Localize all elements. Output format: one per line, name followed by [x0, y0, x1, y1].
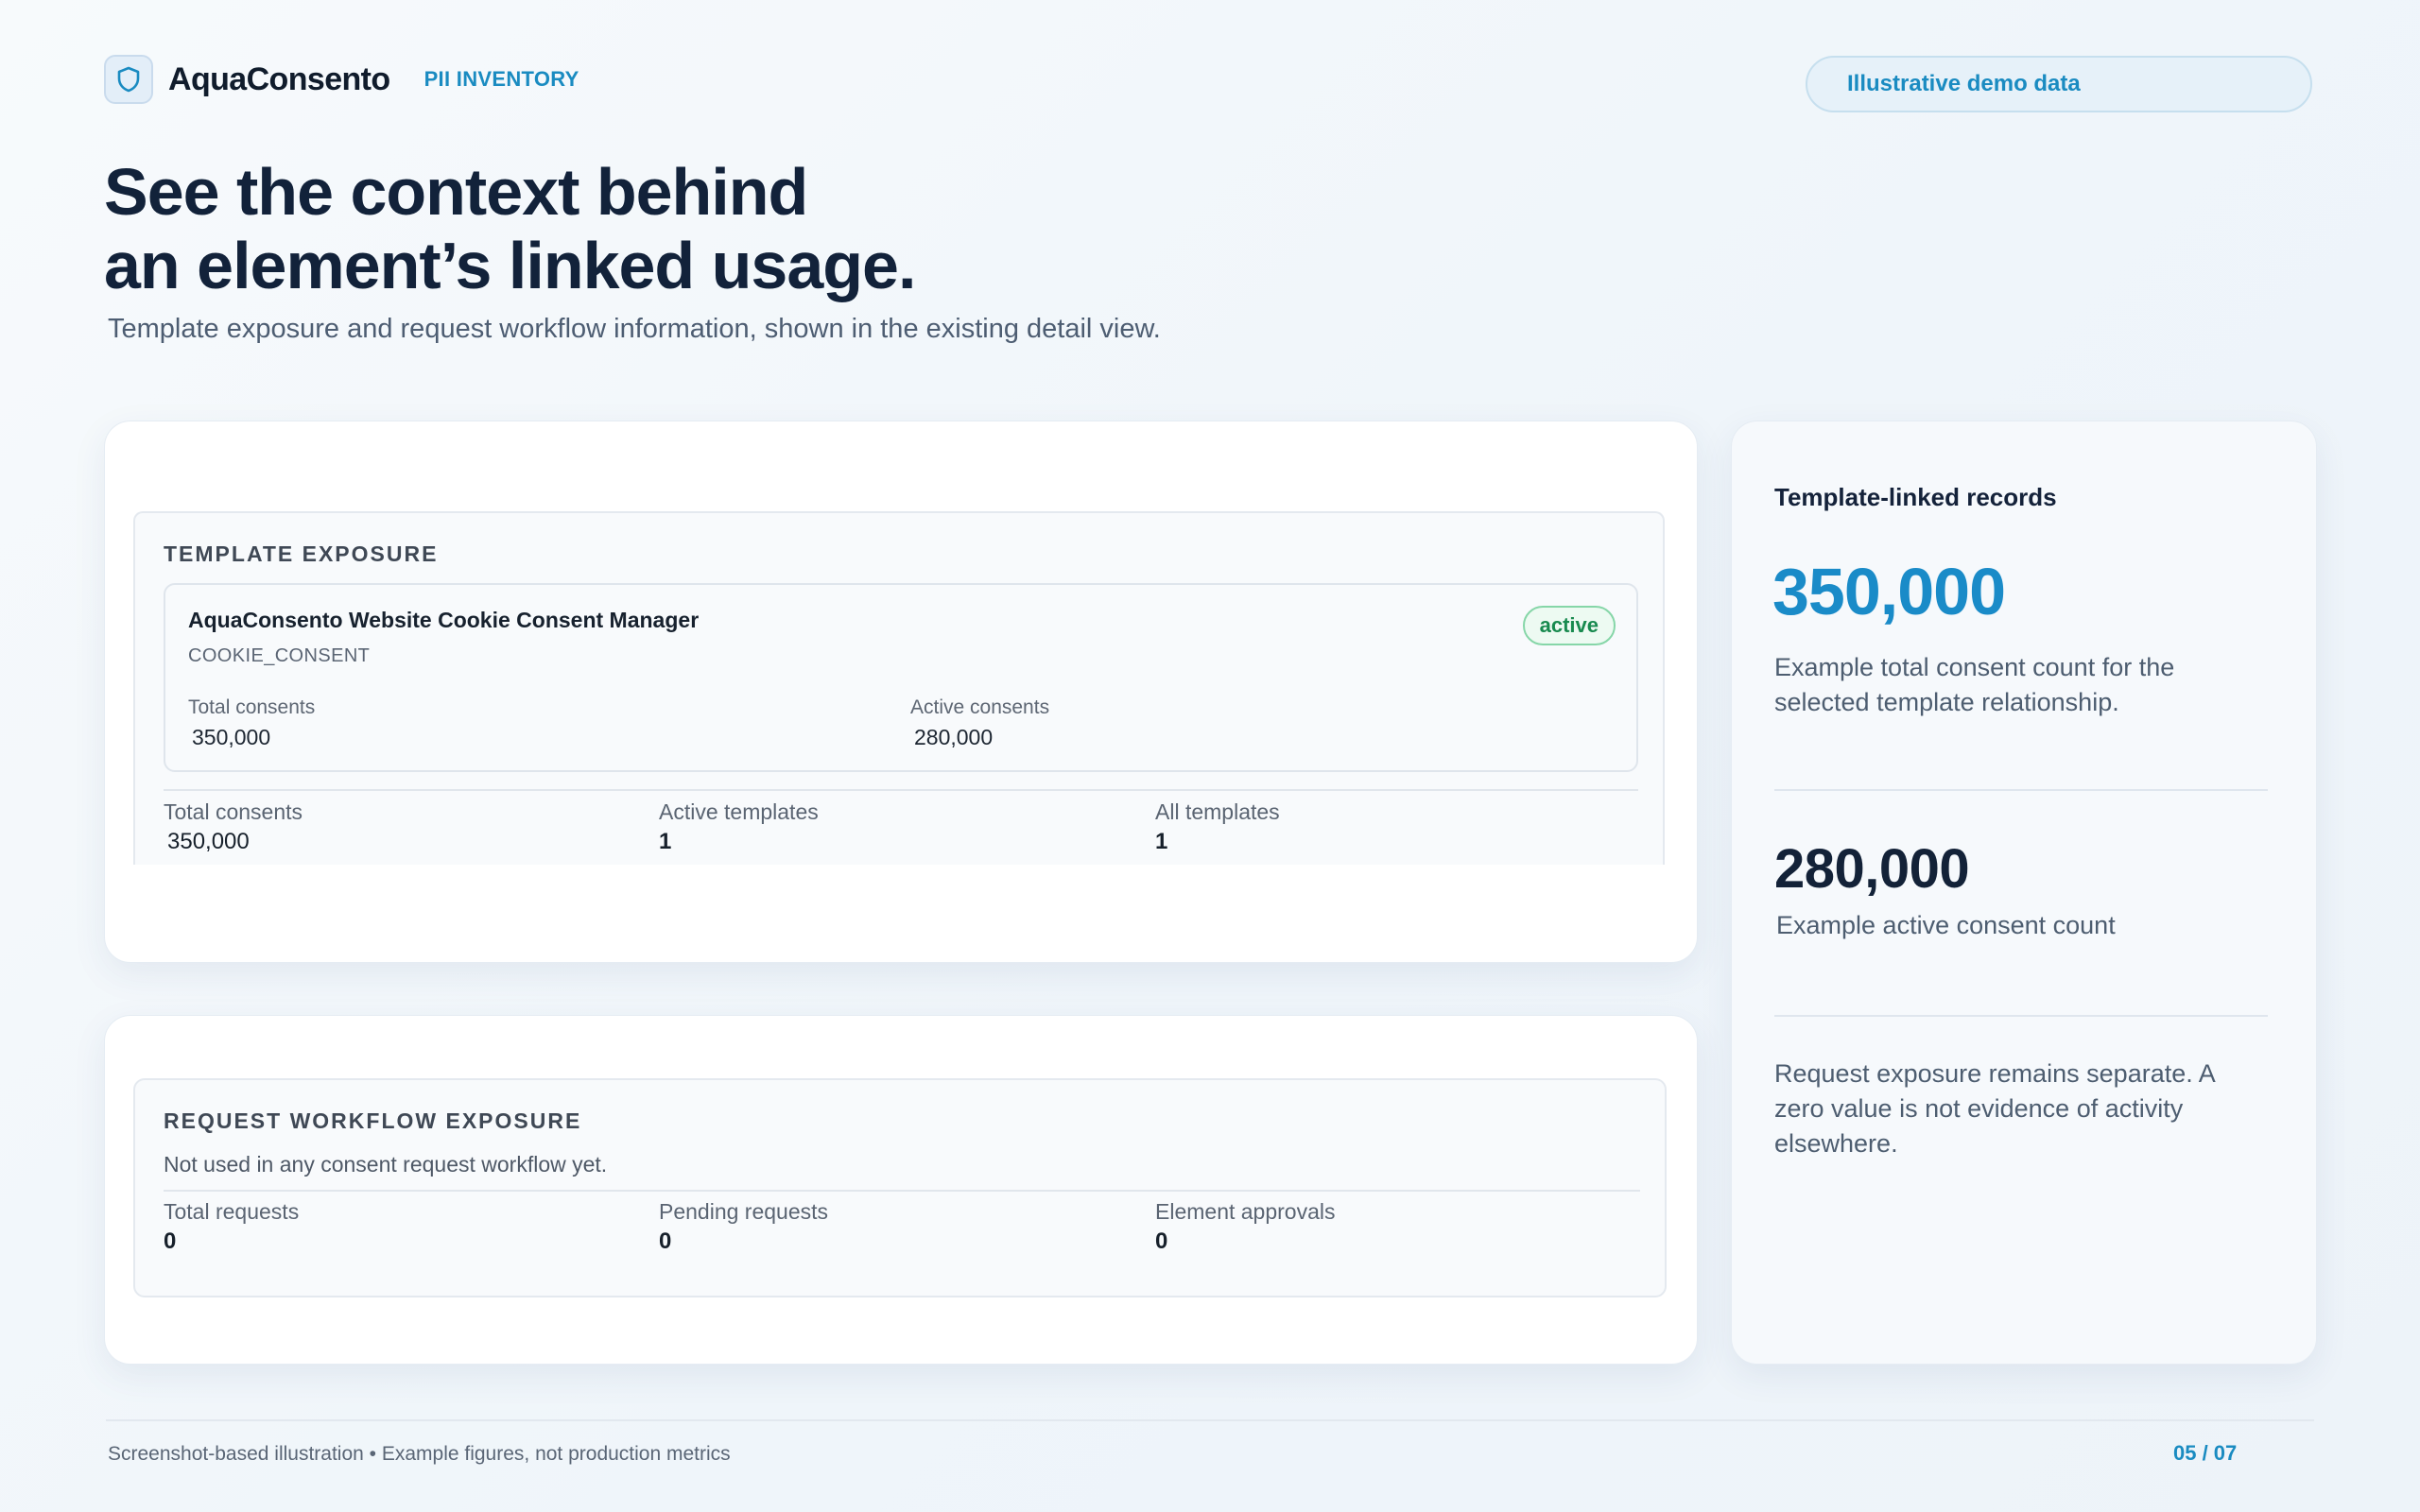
- summary-all-templates-value: 1: [1155, 829, 1168, 854]
- summary-total-consents-value: 350,000: [167, 829, 250, 854]
- request-exposure-note: Request exposure remains separate. A zer…: [1774, 1059, 2215, 1158]
- total-consent-description: Example total consent count for the sele…: [1774, 653, 2175, 716]
- shield-icon: [104, 55, 153, 104]
- summary-total-requests-label: Total requests: [164, 1199, 300, 1224]
- page-title-line-2: an element’s linked usage.: [104, 229, 916, 302]
- divider: [164, 1190, 1640, 1192]
- request-exposure-panel: REQUEST WORKFLOW EXPOSURE Not used in an…: [133, 1078, 1667, 1297]
- summary-pending-requests: Pending requests 0: [659, 1199, 828, 1255]
- template-total-consents-value: 350,000: [192, 725, 271, 749]
- side-panel-title: Template-linked records: [1774, 483, 2057, 511]
- summary-element-approvals-value: 0: [1155, 1228, 1168, 1254]
- summary-total-consents-label: Total consents: [164, 799, 303, 824]
- summary-total-requests-value: 0: [164, 1228, 177, 1254]
- template-active-consents-value: 280,000: [914, 725, 994, 749]
- request-empty-message: Not used in any consent request workflow…: [164, 1152, 608, 1177]
- summary-active-templates-label: Active templates: [659, 799, 819, 824]
- template-name: AquaConsento Website Cookie Consent Mana…: [188, 608, 700, 632]
- summary-all-templates-label: All templates: [1155, 799, 1280, 824]
- page-subtitle: Template exposure and request workflow i…: [108, 314, 1161, 344]
- summary-pending-requests-label: Pending requests: [659, 1199, 829, 1224]
- summary-total-consents: Total consents 350,000: [164, 799, 302, 855]
- summary-pending-requests-value: 0: [659, 1228, 672, 1254]
- template-active-consents-label: Active consents: [910, 696, 1050, 718]
- divider: [1774, 789, 2268, 791]
- divider: [164, 789, 1638, 791]
- active-consent-count: 280,000: [1774, 838, 1970, 900]
- template-exposure-heading: TEMPLATE EXPOSURE: [164, 541, 439, 566]
- page-counter: 05 / 07: [2173, 1441, 2238, 1465]
- summary-active-templates-value: 1: [659, 829, 672, 854]
- template-exposure-card: TEMPLATE EXPOSURE AquaConsento Website C…: [104, 421, 1698, 963]
- summary-element-approvals-label: Element approvals: [1155, 1199, 1336, 1224]
- summary-all-templates: All templates 1: [1155, 799, 1280, 855]
- page-title: See the context behind an element’s link…: [104, 155, 916, 302]
- brand: AquaConsento PII INVENTORY: [104, 55, 579, 104]
- divider: [1774, 1015, 2268, 1017]
- page-title-line-1: See the context behind: [104, 155, 808, 229]
- template-total-consents: Total consents 350,000: [188, 696, 315, 750]
- summary-active-templates: Active templates 1: [659, 799, 819, 855]
- template-exposure-panel: TEMPLATE EXPOSURE AquaConsento Website C…: [133, 511, 1665, 865]
- footer-divider: [106, 1419, 2314, 1421]
- summary-total-requests: Total requests 0: [164, 1199, 299, 1255]
- template-code: COOKIE_CONSENT: [188, 645, 371, 666]
- demo-data-badge: Illustrative demo data: [1806, 56, 2312, 112]
- brand-name: AquaConsento: [168, 60, 390, 97]
- request-exposure-heading: REQUEST WORKFLOW EXPOSURE: [164, 1108, 582, 1133]
- total-consent-count: 350,000: [1772, 555, 2006, 628]
- summary-element-approvals: Element approvals 0: [1155, 1199, 1336, 1255]
- section-tag: PII INVENTORY: [424, 67, 579, 91]
- status-badge: active: [1522, 606, 1616, 645]
- template-item[interactable]: AquaConsento Website Cookie Consent Mana…: [164, 583, 1638, 772]
- request-exposure-card: REQUEST WORKFLOW EXPOSURE Not used in an…: [104, 1015, 1698, 1365]
- active-consent-description: Example active consent count: [1776, 911, 2116, 939]
- template-total-consents-label: Total consents: [188, 696, 316, 718]
- footer-caption: Screenshot-based illustration • Example …: [108, 1443, 731, 1465]
- template-linked-records-panel: Template-linked records 350,000 Example …: [1731, 421, 2317, 1365]
- template-active-consents: Active consents 280,000: [910, 696, 1049, 750]
